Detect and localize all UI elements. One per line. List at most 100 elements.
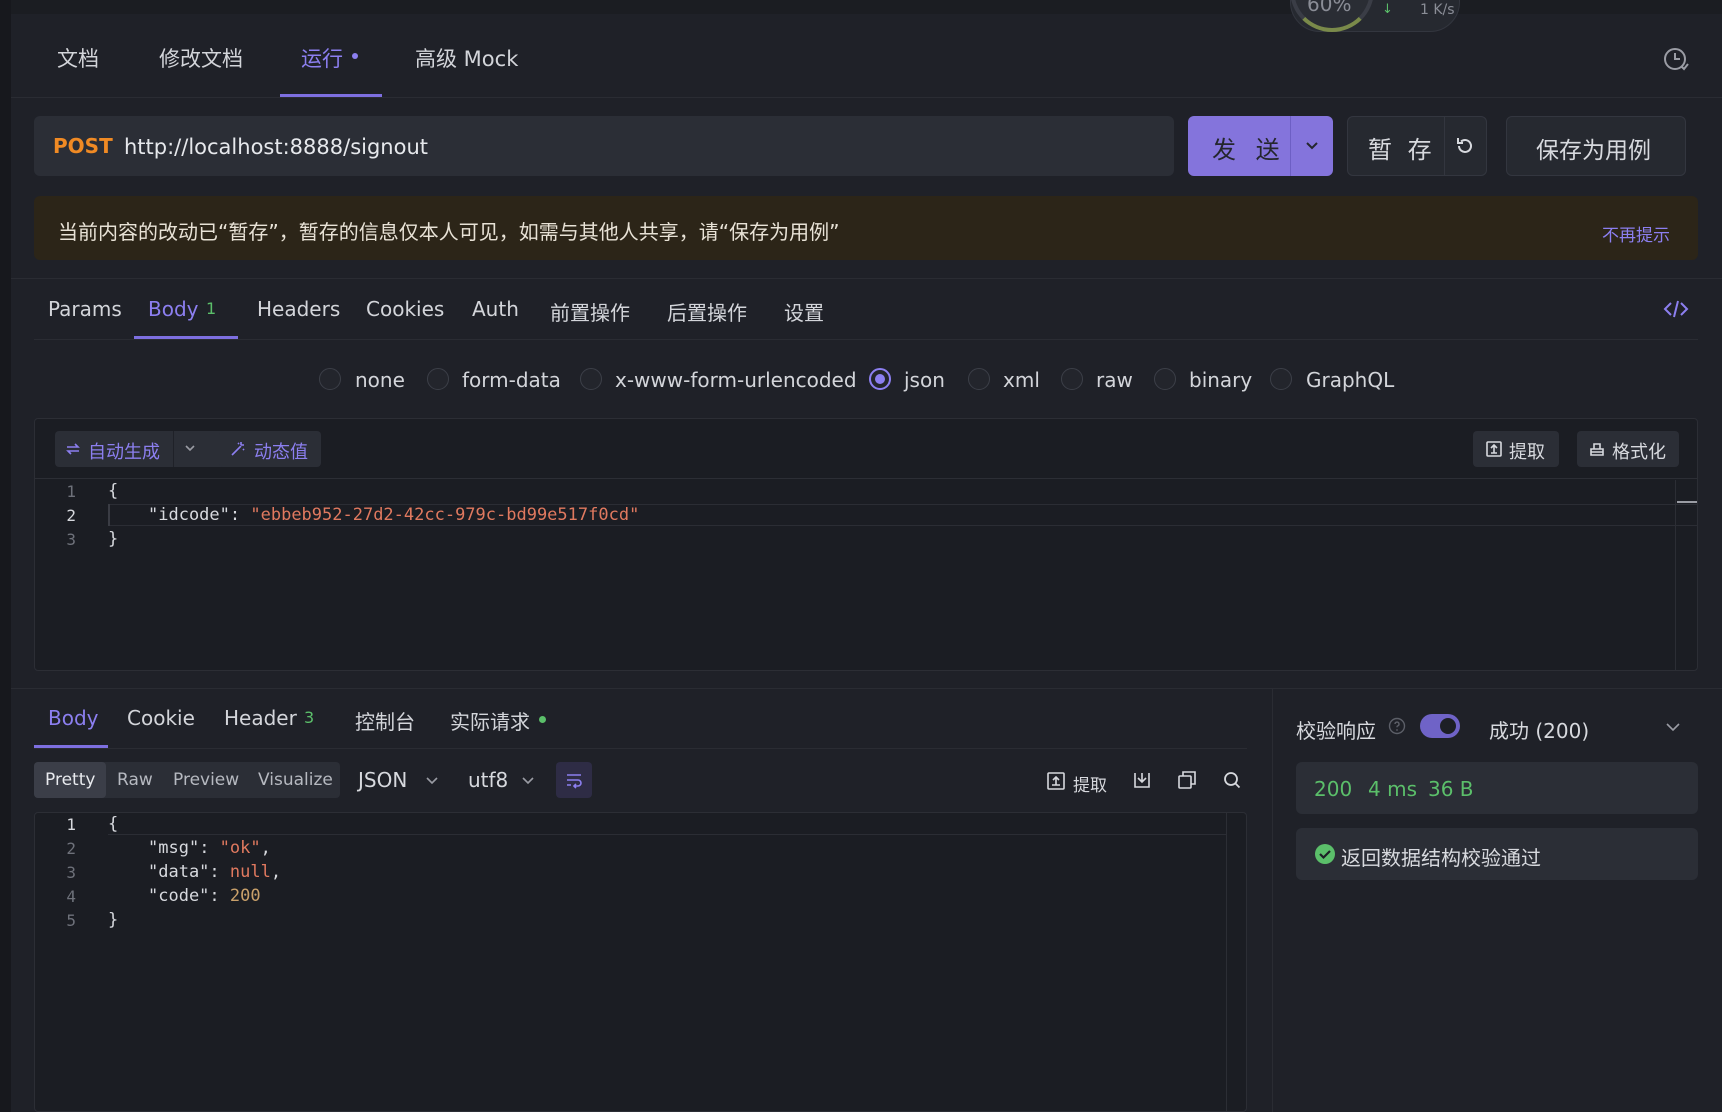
json-string-value: "ok" <box>219 838 261 858</box>
code-line[interactable]: { <box>108 481 118 501</box>
radio-graphql[interactable] <box>1270 368 1292 390</box>
chevron-down-icon[interactable] <box>424 773 440 789</box>
tab-auth[interactable]: Auth <box>472 297 519 321</box>
help-icon[interactable] <box>1388 717 1406 735</box>
status-code: 200 <box>1314 777 1353 801</box>
http-method[interactable]: POST <box>53 134 113 158</box>
extract-icon[interactable] <box>1046 771 1066 791</box>
wrap-icon[interactable] <box>564 770 584 790</box>
tab-docs[interactable]: 文档 <box>57 43 99 73</box>
schema-result-text: 返回数据结构校验通过 <box>1341 846 1541 870</box>
radio-form-data-label[interactable]: form-data <box>462 368 561 392</box>
chevron-down-icon[interactable] <box>1664 718 1682 736</box>
tab-edit-docs[interactable]: 修改文档 <box>159 43 243 73</box>
radio-form-data[interactable] <box>427 368 449 390</box>
code-line: "msg": "ok", <box>148 838 271 858</box>
response-size: 36 B <box>1428 777 1474 801</box>
code-line[interactable]: } <box>108 529 118 549</box>
history-icon[interactable] <box>1662 45 1690 73</box>
json-key: "msg" <box>148 838 200 858</box>
radio-binary-label[interactable]: binary <box>1189 368 1252 392</box>
stash-label[interactable]: 暂 存 <box>1368 130 1436 165</box>
divider <box>34 339 1698 340</box>
tab-response-header[interactable]: Header <box>224 706 297 730</box>
dynamic-value-label[interactable]: 动态值 <box>254 438 308 464</box>
text-cursor <box>108 504 110 526</box>
view-pretty[interactable]: Pretty <box>45 770 95 790</box>
dont-show-again-link[interactable]: 不再提示 <box>1602 221 1670 246</box>
search-icon[interactable] <box>1221 769 1243 791</box>
line-number: 3 <box>66 863 76 882</box>
divider <box>1272 689 1273 1112</box>
language-select[interactable]: JSON <box>358 768 407 792</box>
viewer-scrollbar[interactable] <box>1226 813 1246 1112</box>
send-label[interactable]: 发 送 <box>1212 130 1286 165</box>
code-line: } <box>108 910 119 930</box>
save-as-case-label[interactable]: 保存为用例 <box>1536 131 1651 165</box>
code-icon[interactable] <box>1663 298 1689 320</box>
toggle-knob <box>1440 718 1456 734</box>
chevron-down-icon[interactable] <box>182 440 198 456</box>
divider <box>11 97 1722 98</box>
reset-icon[interactable] <box>1454 135 1476 157</box>
line-number: 2 <box>66 839 76 858</box>
tab-body[interactable]: Body <box>148 297 199 321</box>
radio-json-label[interactable]: json <box>904 368 945 392</box>
unsaved-dot <box>352 53 358 59</box>
json-comma: , <box>270 862 282 882</box>
line-number: 4 <box>66 887 76 906</box>
tab-run[interactable]: 运行 <box>301 43 343 73</box>
tab-params[interactable]: Params <box>48 297 122 321</box>
encoding-select[interactable]: utf8 <box>468 768 508 792</box>
radio-urlencoded-label[interactable]: x-www-form-urlencoded <box>615 368 857 392</box>
tab-headers[interactable]: Headers <box>257 297 340 321</box>
top-strip <box>11 0 1722 14</box>
radio-raw-label[interactable]: raw <box>1096 368 1133 392</box>
tab-console[interactable]: 控制台 <box>355 706 415 735</box>
url-input[interactable]: http://localhost:8888/signout <box>124 135 428 159</box>
radio-binary[interactable] <box>1154 368 1176 390</box>
auto-generate-label[interactable]: 自动生成 <box>88 438 160 464</box>
notice-text: 当前内容的改动已“暂存”，暂存的信息仅本人可见，如需与其他人共享，请“保存为用例… <box>58 220 840 244</box>
status-dot <box>539 716 546 723</box>
header-count-badge: 3 <box>304 708 315 727</box>
json-null-value: null <box>229 862 271 882</box>
radio-raw[interactable] <box>1061 368 1083 390</box>
chevron-down-icon[interactable] <box>1302 135 1322 155</box>
view-preview[interactable]: Preview <box>173 770 239 790</box>
extract-response-label[interactable]: 提取 <box>1073 771 1107 796</box>
divider <box>1290 116 1291 176</box>
radio-none[interactable] <box>319 368 341 390</box>
radio-graphql-label[interactable]: GraphQL <box>1306 368 1394 392</box>
code-line[interactable]: "idcode": "ebbeb952-27d2-42cc-979c-bd99e… <box>148 505 639 525</box>
tab-response-cookie[interactable]: Cookie <box>127 706 195 730</box>
format-label[interactable]: 格式化 <box>1612 438 1666 464</box>
copy-icon[interactable] <box>1176 769 1198 791</box>
radio-none-label[interactable]: none <box>355 368 405 392</box>
tab-post-actions[interactable]: 后置操作 <box>667 297 747 326</box>
radio-xml-label[interactable]: xml <box>1003 368 1040 392</box>
tab-advanced-mock[interactable]: 高级 Mock <box>415 43 518 73</box>
extract-icon <box>1486 441 1502 457</box>
radio-urlencoded[interactable] <box>580 368 602 390</box>
radio-xml[interactable] <box>968 368 990 390</box>
radio-json[interactable] <box>869 368 891 390</box>
expected-status-select[interactable]: 成功 (200) <box>1489 715 1589 744</box>
download-icon[interactable] <box>1131 769 1153 791</box>
editor-scrollbar[interactable] <box>1675 480 1697 670</box>
download-arrow-icon: ↓ <box>1382 2 1393 17</box>
view-visualize[interactable]: Visualize <box>258 770 333 790</box>
tab-pre-actions[interactable]: 前置操作 <box>550 297 630 326</box>
view-raw[interactable]: Raw <box>117 770 153 790</box>
current-line-highlight <box>108 813 1226 835</box>
chevron-down-icon[interactable] <box>520 773 536 789</box>
tab-cookies[interactable]: Cookies <box>366 297 444 321</box>
divider <box>173 431 174 467</box>
tab-response-body[interactable]: Body <box>48 706 99 730</box>
line-number: 1 <box>66 815 76 834</box>
tab-actual-request[interactable]: 实际请求 <box>450 706 530 735</box>
body-count-badge: 1 <box>206 299 217 318</box>
response-metrics <box>1296 762 1698 814</box>
tab-settings[interactable]: 设置 <box>784 297 824 326</box>
extract-label[interactable]: 提取 <box>1509 438 1545 464</box>
